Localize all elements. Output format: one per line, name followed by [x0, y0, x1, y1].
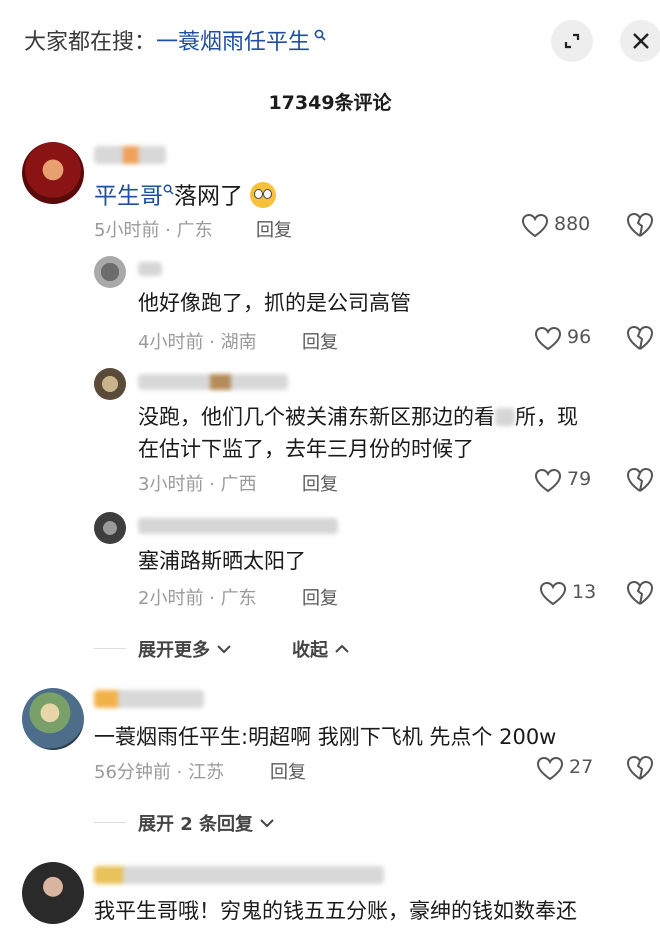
like-count: 880 — [554, 213, 591, 235]
reply-button[interactable]: 回复 — [302, 470, 338, 496]
username-blurred[interactable] — [94, 690, 204, 708]
like-count: 96 — [567, 326, 592, 348]
reply-button[interactable]: 回复 — [302, 328, 338, 354]
trending-keyword[interactable]: 一蓑烟雨任平生 — [156, 30, 310, 55]
like-count: 27 — [569, 756, 594, 778]
like-button[interactable]: 79 — [535, 467, 615, 495]
username-blurred[interactable] — [138, 262, 162, 276]
trending-search-hint[interactable]: 大家都在搜：一蓑烟雨任平生 — [24, 24, 326, 56]
dislike-button[interactable] — [626, 212, 654, 240]
reply-button[interactable]: 回复 — [302, 584, 338, 610]
username-blurred[interactable] — [138, 374, 288, 390]
avatar[interactable] — [94, 368, 126, 400]
comment-text: 一蓑烟雨任平生:明超啊 我刚下飞机 先点个 200w — [94, 725, 557, 749]
reply-meta: 4小时前 · 湖南 — [138, 332, 257, 353]
comment-meta: 56分钟前 · 江苏 — [94, 762, 225, 783]
close-icon — [633, 33, 649, 49]
search-icon — [310, 29, 326, 45]
expand-button[interactable] — [551, 20, 593, 62]
top-bar: 大家都在搜：一蓑烟雨任平生 — [0, 0, 660, 82]
username-blurred[interactable] — [138, 518, 338, 534]
expand-more-button[interactable]: 展开更多 — [138, 636, 232, 662]
avatar[interactable] — [22, 688, 84, 750]
broken-heart-icon — [626, 755, 654, 780]
reply-meta: 2小时前 · 广东 — [138, 588, 257, 609]
reply-text: 没跑，他们几个被关浦东新区那边的看 所，现 — [138, 400, 578, 434]
username-blurred[interactable] — [94, 146, 166, 164]
chevron-down-icon — [260, 819, 275, 828]
dislike-button[interactable] — [626, 467, 654, 495]
reply-text: 塞浦路斯晒太阳了 — [138, 549, 306, 573]
heart-icon — [522, 214, 548, 238]
divider — [94, 648, 126, 649]
trending-label: 大家都在搜： — [24, 30, 157, 55]
comment-text: 我平生哥哦！穷鬼的钱五五分账，豪绅的钱如数奉还 — [94, 899, 577, 923]
comment-count: 17349条评论 — [268, 92, 392, 114]
dislike-button[interactable] — [626, 755, 654, 783]
comment-meta: 5小时前 · 广东 — [94, 220, 213, 241]
reply-text-line: 在估计下监了，去年三月份的时候了 — [138, 437, 474, 461]
reply-meta: 3小时前 · 广西 — [138, 474, 257, 495]
expand-icon — [564, 33, 580, 49]
heart-icon — [535, 327, 561, 351]
like-count: 79 — [567, 468, 592, 490]
censored-char — [495, 408, 515, 426]
divider — [94, 822, 126, 823]
like-button[interactable]: 13 — [540, 580, 615, 608]
avatar[interactable] — [94, 512, 126, 544]
expand-replies-button[interactable]: 展开 2 条回复 — [138, 810, 275, 836]
chevron-down-icon — [217, 645, 231, 654]
reply-button[interactable]: 回复 — [270, 758, 306, 784]
broken-heart-icon — [626, 467, 654, 492]
astonished-face-icon — [250, 181, 277, 208]
mention-link[interactable]: 平生哥 — [94, 184, 163, 210]
broken-heart-icon — [626, 325, 654, 350]
dislike-button[interactable] — [626, 580, 654, 608]
reply-text-line: 所，现 — [515, 405, 578, 429]
reply-button[interactable]: 回复 — [256, 216, 292, 242]
heart-icon — [537, 757, 563, 781]
like-button[interactable]: 27 — [537, 755, 615, 783]
avatar[interactable] — [22, 142, 84, 204]
username-blurred[interactable] — [94, 866, 384, 884]
comment-text: 平生哥 落网了 — [94, 174, 277, 214]
close-button[interactable] — [620, 20, 660, 62]
heart-icon — [540, 582, 566, 606]
collapse-button[interactable]: 收起 — [292, 636, 350, 662]
like-button[interactable]: 96 — [535, 325, 615, 353]
search-icon — [163, 184, 174, 198]
avatar[interactable] — [94, 256, 126, 288]
like-button[interactable]: 880 — [522, 212, 612, 240]
chevron-up-icon — [335, 644, 349, 653]
avatar[interactable] — [22, 862, 84, 924]
expand-more-label: 展开更多 — [138, 640, 210, 661]
comment-body: 落网了 — [174, 183, 243, 210]
collapse-label: 收起 — [292, 640, 328, 661]
heart-icon — [535, 469, 561, 493]
expand-replies-label: 展开 2 条回复 — [138, 814, 254, 835]
dislike-button[interactable] — [626, 325, 654, 353]
reply-text: 他好像跑了，抓的是公司高管 — [138, 291, 411, 315]
broken-heart-icon — [626, 212, 654, 237]
like-count: 13 — [572, 581, 597, 603]
reply-text-line: 没跑，他们几个被关浦东新区那边的看 — [138, 405, 495, 429]
broken-heart-icon — [626, 580, 654, 605]
